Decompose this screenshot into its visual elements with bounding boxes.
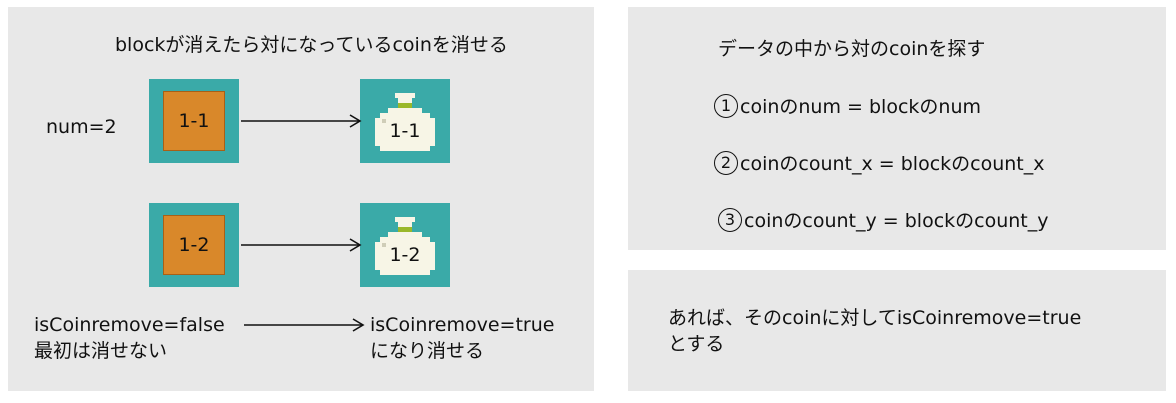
condition-3: 3 coinのcount_y = blockのcount_y (718, 207, 1049, 234)
condition-2: 2 coinのcount_x = blockのcount_x (714, 150, 1045, 177)
condition-2-text: coinのcount_x = blockのcount_x (740, 153, 1045, 175)
left-panel: blockが消えたら対になっているcoinを消せる num=2 1-1 1-1 … (8, 7, 594, 391)
condition-3-text: coinのcount_y = blockのcount_y (744, 210, 1049, 232)
before-state-line2: 最初は消せない (34, 340, 168, 362)
right-top-panel: データの中から対のcoinを探す 1 coinのnum = blockのnum 2… (628, 7, 1166, 250)
result-line2: とする (668, 333, 725, 355)
condition-1-text: coinのnum = blockのnum (740, 96, 981, 118)
after-state-line2: になり消せる (370, 340, 485, 362)
before-state-line1: isCoinremove=false (34, 314, 225, 336)
after-state-line1: isCoinremove=true (370, 314, 555, 336)
circled-number-3: 3 (718, 207, 742, 232)
result-line1: あれば、そのcoinに対してisCoinremove=true (668, 307, 1082, 329)
right-top-title: データの中から対のcoinを探す (718, 38, 986, 60)
circled-number-1: 1 (714, 93, 738, 118)
right-bottom-panel: あれば、そのcoinに対してisCoinremove=true とする (628, 270, 1166, 391)
condition-1: 1 coinのnum = blockのnum (714, 93, 981, 120)
circled-number-2: 2 (714, 150, 738, 175)
